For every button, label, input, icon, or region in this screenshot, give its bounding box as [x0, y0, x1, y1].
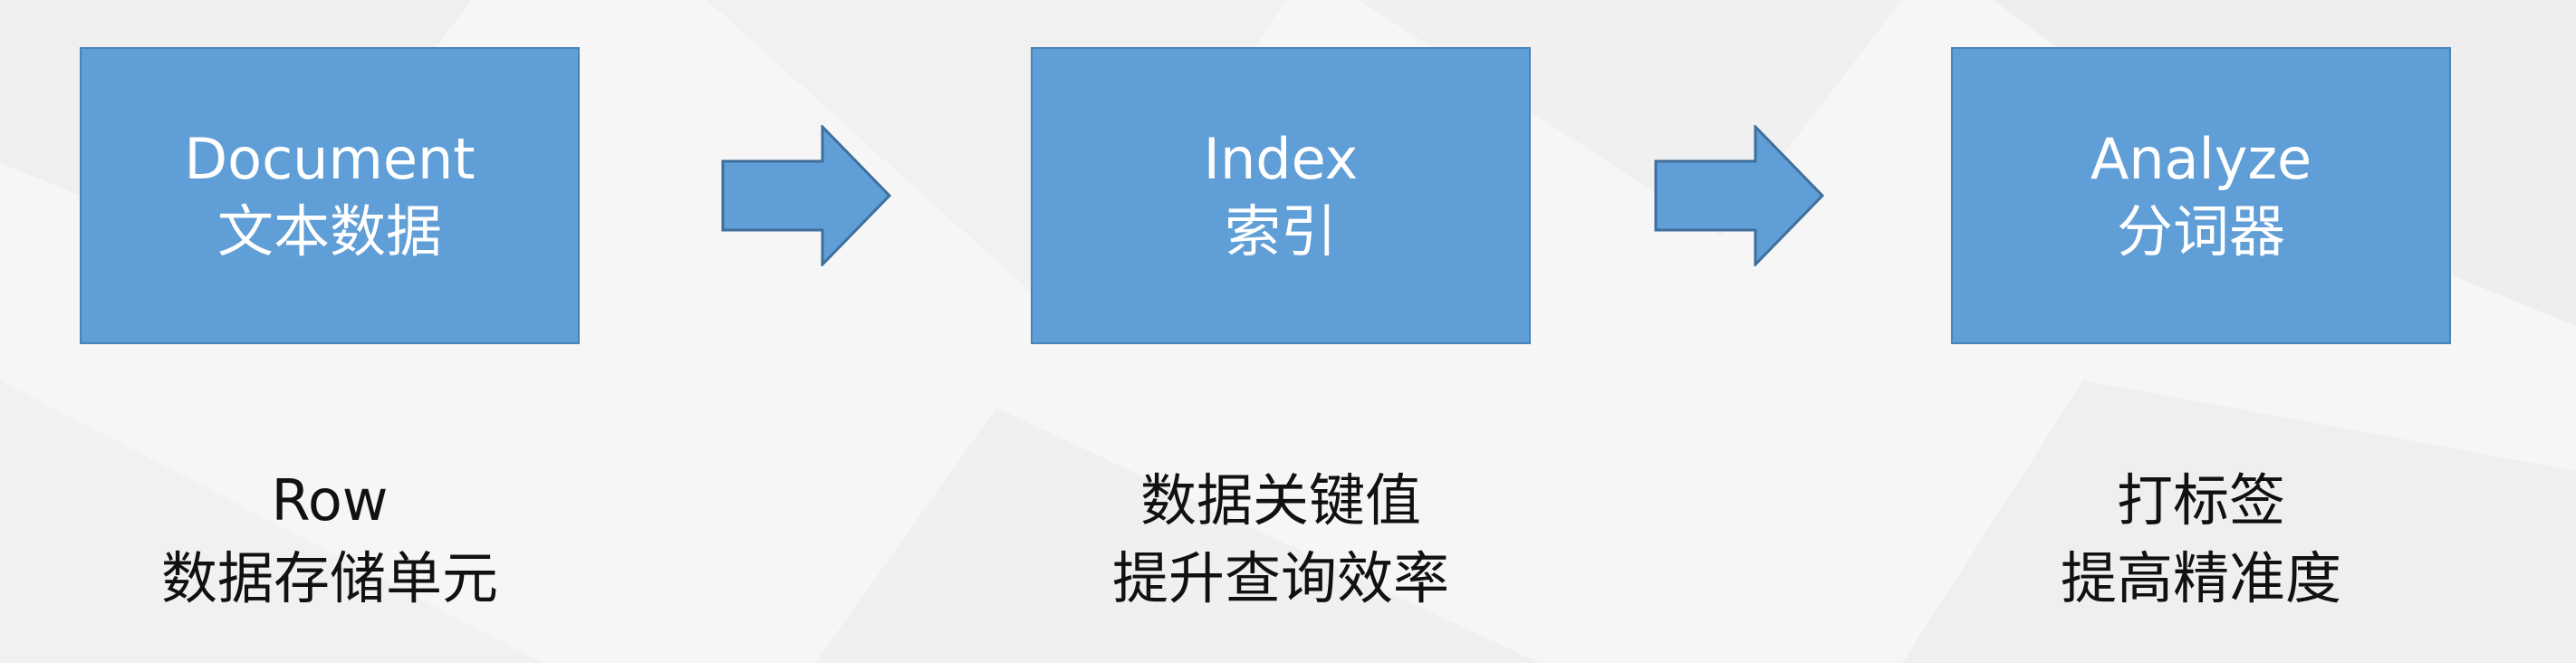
- step-title-en: Analyze: [2090, 126, 2312, 192]
- step-box-document: Document 文本数据: [80, 47, 580, 344]
- step-title-zh: 索引: [1224, 198, 1337, 264]
- caption-line-2: 提升查询效率: [1111, 545, 1449, 611]
- step-title-en: Document: [184, 126, 476, 192]
- step-title-en: Index: [1203, 126, 1359, 192]
- right-arrow-icon: [1654, 125, 1825, 266]
- caption-line-1: Row: [271, 467, 389, 533]
- caption-line-1: 数据关键值: [1139, 467, 1421, 533]
- step-title-zh: 分词器: [2116, 198, 2285, 264]
- caption-line-2: 提高精准度: [2060, 545, 2341, 611]
- step-caption-document: Row 数据存储单元: [80, 462, 580, 618]
- step-title-zh: 文本数据: [216, 198, 442, 264]
- step-caption-index: 数据关键值 提升查询效率: [1031, 462, 1531, 618]
- caption-line-2: 数据存储单元: [160, 545, 498, 611]
- step-caption-analyze: 打标签 提高精准度: [1951, 462, 2451, 618]
- right-arrow-icon: [721, 125, 892, 266]
- step-box-analyze: Analyze 分词器: [1951, 47, 2451, 344]
- step-box-index: Index 索引: [1031, 47, 1531, 344]
- caption-line-1: 打标签: [2116, 467, 2285, 533]
